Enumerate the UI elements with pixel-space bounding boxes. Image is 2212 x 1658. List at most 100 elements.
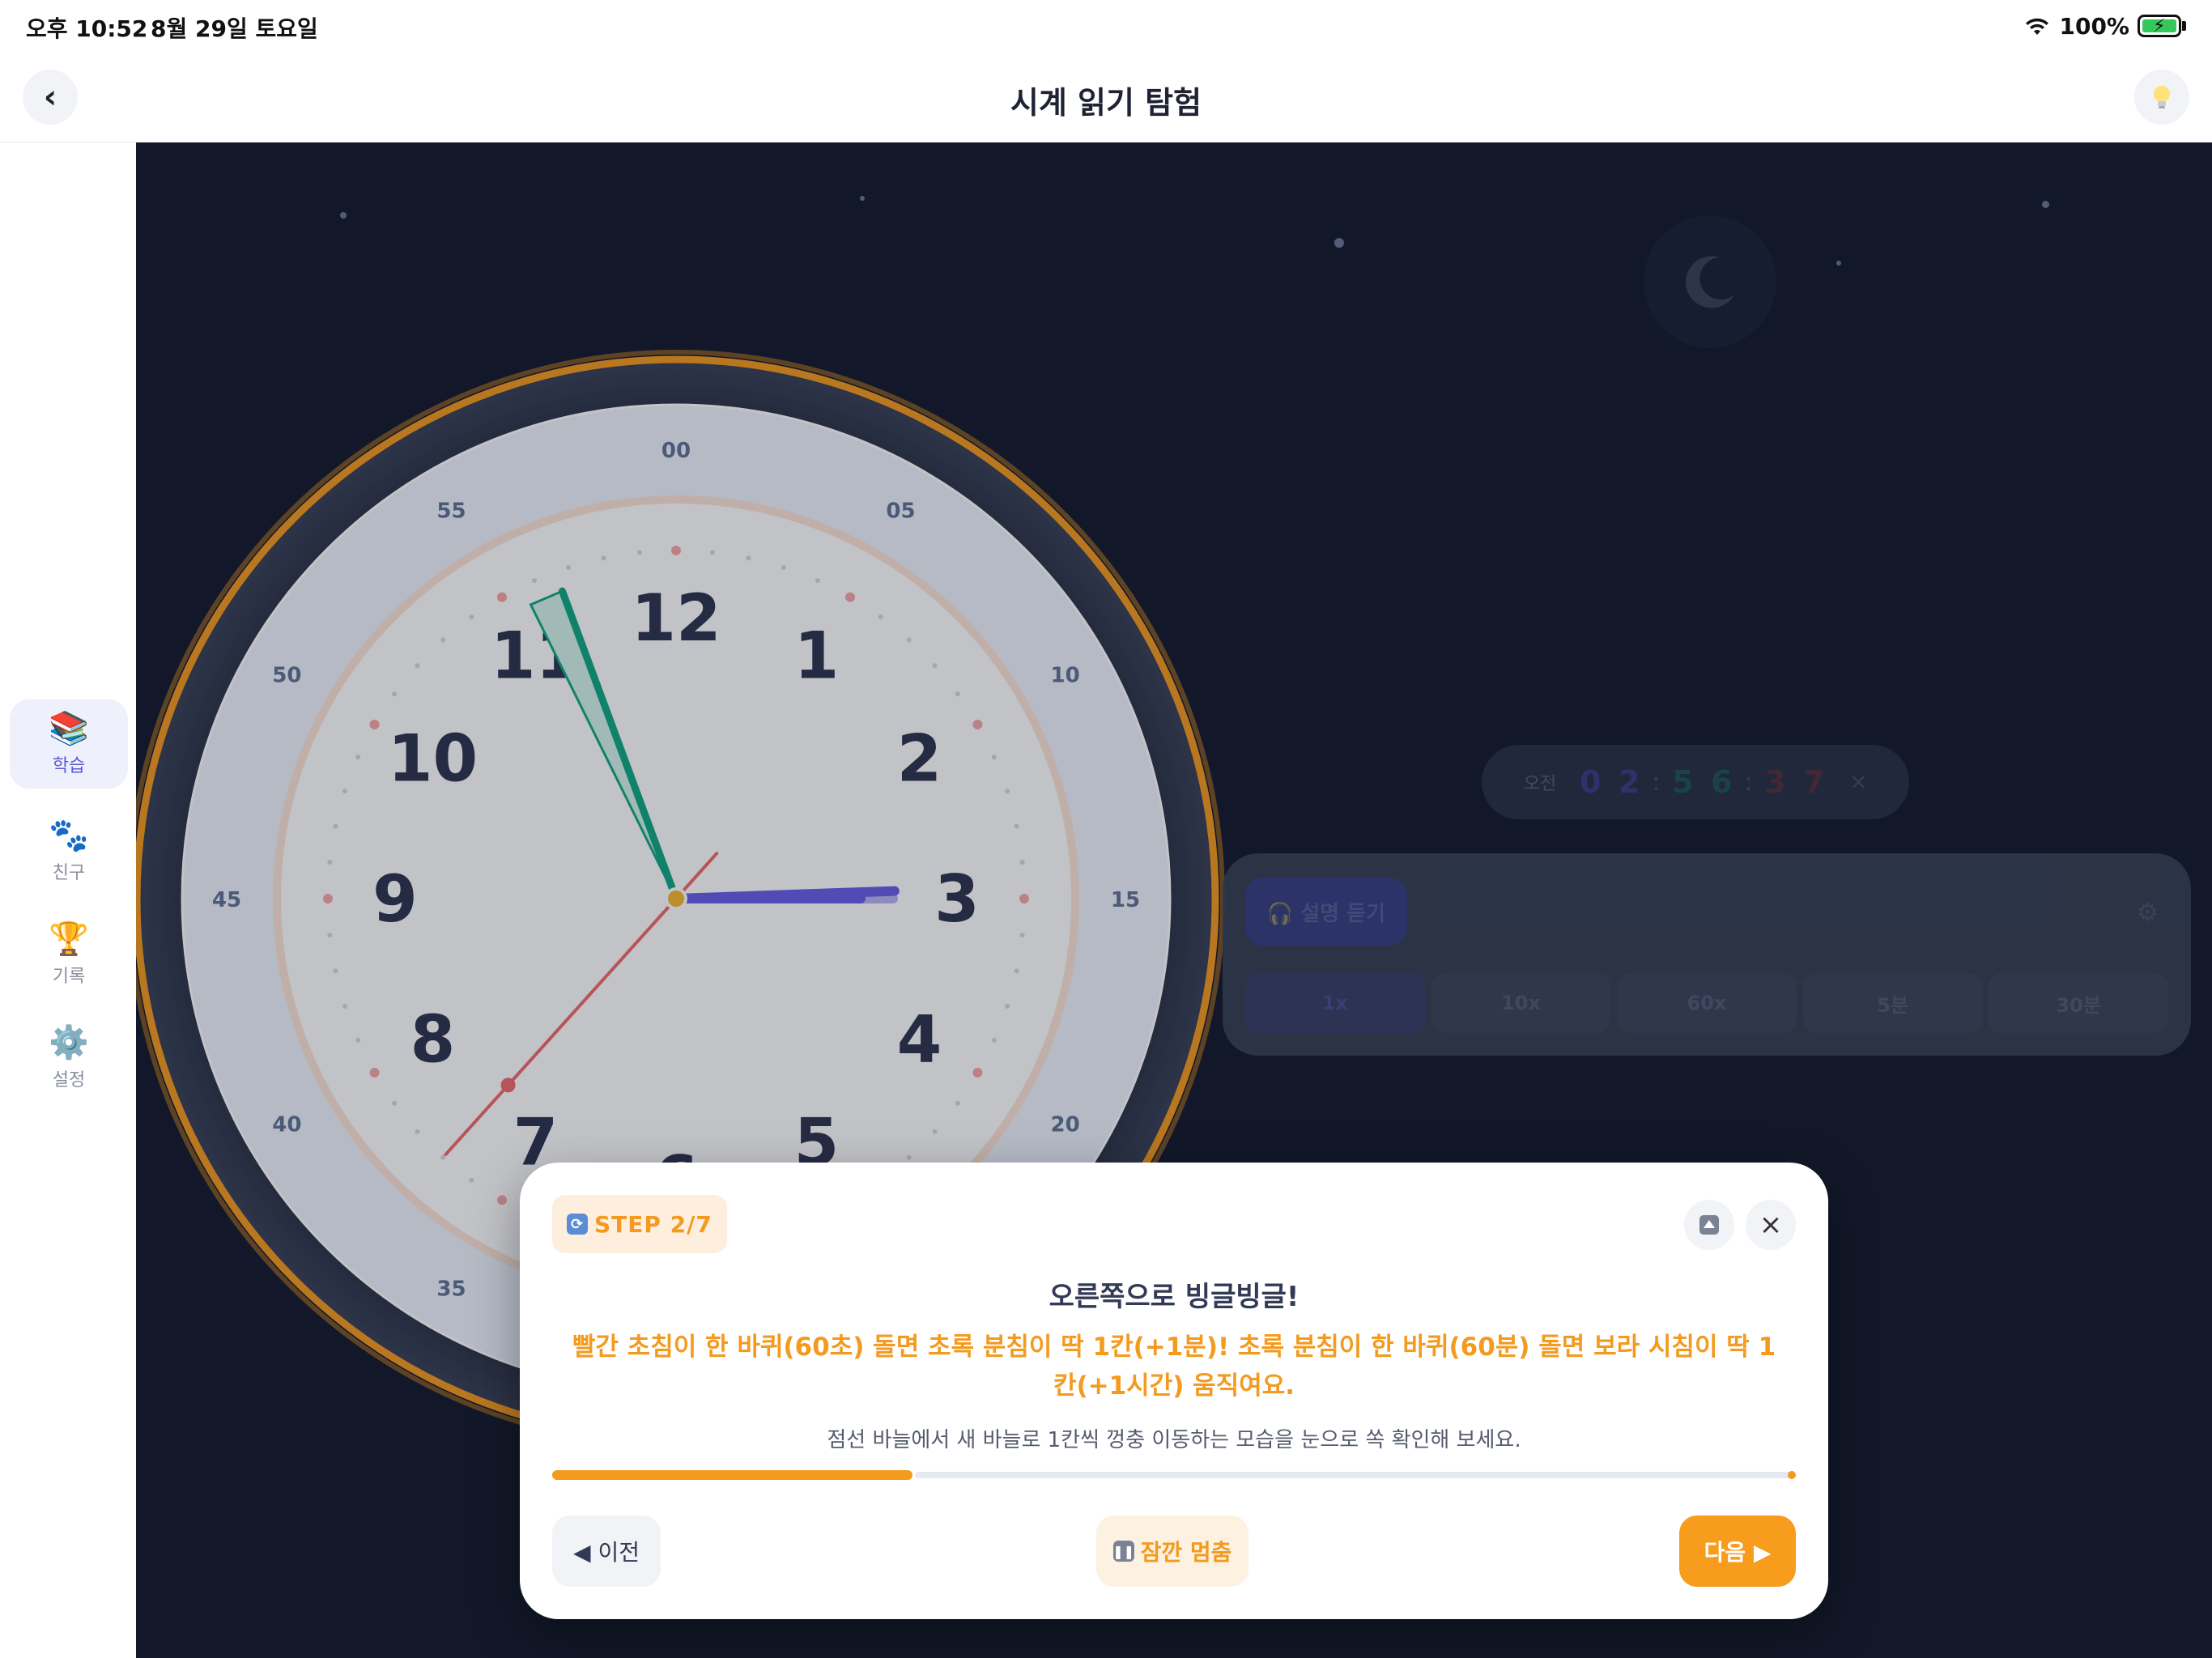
next-button[interactable]: 다음 ▶ [1679,1516,1796,1587]
minute-tick [1019,932,1025,937]
prev-button[interactable]: ◀ 이전 [552,1516,661,1587]
crescent-moon-icon [1686,256,1734,308]
minute-tick [991,755,997,760]
minute-tick [469,614,474,620]
minute-label: 55 [436,499,466,523]
minute-tick [327,932,333,937]
minute-tick [991,1037,997,1043]
hour-number: 4 [897,1002,942,1078]
moon [1644,215,1776,348]
minute-digit: 6 [1711,764,1733,800]
app-header: ‹ 시계 읽기 탐험 [0,53,2212,142]
star [2042,201,2049,208]
pause-button[interactable]: ❚❚ 잠깐 멈춤 [1096,1516,1249,1587]
hour-number: 8 [410,1002,456,1078]
minute-tick [415,1129,420,1134]
minute-tick [906,637,912,643]
minute-tick [342,1003,348,1009]
hour-tick [1019,894,1029,903]
minute-tick [333,823,338,829]
close-button[interactable]: × [1746,1200,1796,1250]
minute-label: 40 [272,1113,301,1137]
hour-tick [323,894,333,903]
hour-number: 12 [631,580,721,656]
second-digit: 7 [1803,764,1825,800]
sidebar-item-friends[interactable]: 🐾 친구 [10,806,128,895]
minute-tick [878,614,883,620]
sidebar-item-settings[interactable]: ⚙️ 설정 [10,1014,128,1103]
pause-icon: ❚❚ [1112,1541,1134,1562]
speed-selector: 1x 10x 60x 5분 30분 [1245,973,2168,1033]
tutorial-body-line: 칸(+1시간) 움직여요. [1053,1371,1295,1401]
digital-clock: 오전 0 2 : 5 6 : 3 7 × [1482,745,1909,819]
minute-tick [601,555,606,561]
battery-percent: 100% [2059,12,2129,40]
sidebar-item-label: 기록 [52,967,86,987]
pause-label: 잠깐 멈춤 [1140,1539,1232,1566]
minute-label: 20 [1051,1113,1080,1137]
step-label: STEP 2/7 [594,1210,713,1238]
minute-tick [637,550,643,555]
tutorial-title: 오른쪽으로 빙글빙글! [1049,1281,1300,1313]
minute-tick [392,691,398,697]
tutorial-card: ⟳ STEP 2/7 × 오른쪽으로 빙글빙글! 빨간 초침이 한 바퀴(60초… [520,1163,1828,1619]
minute-tick [1004,789,1010,794]
minute-tick [392,1100,398,1106]
minimize-button[interactable] [1684,1200,1734,1250]
speed-60x-button[interactable]: 60x [1617,973,1797,1033]
sidebar-item-records[interactable]: 🏆 기록 [10,910,128,999]
hour-tick [972,1068,983,1078]
sidebar-item-label: 친구 [52,863,86,883]
ampm-label: 오전 [1523,774,1557,794]
minute-tick [469,1177,474,1183]
speed-5min-button[interactable]: 5분 [1802,973,1983,1033]
sidebar: 📚 학습 🐾 친구 🏆 기록 ⚙️ 설정 [0,142,136,1658]
listen-button[interactable]: 🎧 설명 듣기 [1245,878,1407,946]
minute-tick [815,578,820,584]
minute-label: 00 [661,439,691,463]
minute-tick [746,555,751,561]
close-icon[interactable]: × [1849,770,1867,794]
speed-30min-button[interactable]: 30분 [1989,973,2168,1033]
hour-tick [972,720,983,729]
hour-number: 3 [934,861,980,937]
hour-tick [845,592,855,602]
hint-button[interactable] [2134,70,2189,125]
collapse-icon [1699,1215,1719,1235]
hour-number: 2 [897,721,942,797]
progress-fill [552,1470,912,1480]
minute-tick [355,755,361,760]
minute-tick [1014,968,1019,974]
minute-label: 50 [272,664,301,688]
speed-10x-button[interactable]: 10x [1431,973,1611,1033]
sidebar-item-learn[interactable]: 📚 학습 [10,699,128,789]
hour-tick [497,1195,507,1205]
tutorial-subtext: 점선 바늘에서 새 바늘로 1칸씩 껑충 이동하는 모습을 눈으로 쏙 확인해 … [827,1428,1521,1452]
colon: : [1652,767,1661,797]
minute-tick [566,565,572,571]
minute-tick [781,565,786,571]
minute-tick [932,1129,938,1134]
minute-tick [342,789,348,794]
star [1836,261,1841,266]
minute-digit: 5 [1672,764,1694,800]
hour-number: 9 [372,861,418,937]
minute-label: 10 [1051,664,1080,688]
gear-icon[interactable]: ⚙ [2137,899,2159,927]
rotate-icon: ⟳ [567,1214,588,1235]
hour-tick [497,592,507,602]
minute-tick [906,1154,912,1160]
minute-tick [532,578,538,584]
speed-1x-button[interactable]: 1x [1245,973,1425,1033]
minute-tick [1019,860,1025,865]
center-cap [665,887,687,910]
star [1334,238,1344,248]
minute-tick [932,663,938,669]
hour-tick [369,720,380,729]
status-time: 오후 10:52 [26,15,148,42]
hour-number: 10 [388,721,478,797]
sidebar-item-label: 설정 [52,1070,86,1090]
page-title: 시계 읽기 탐험 [1010,85,1202,121]
wifi-icon [2026,18,2049,35]
trophy-icon: 🏆 [49,920,89,958]
